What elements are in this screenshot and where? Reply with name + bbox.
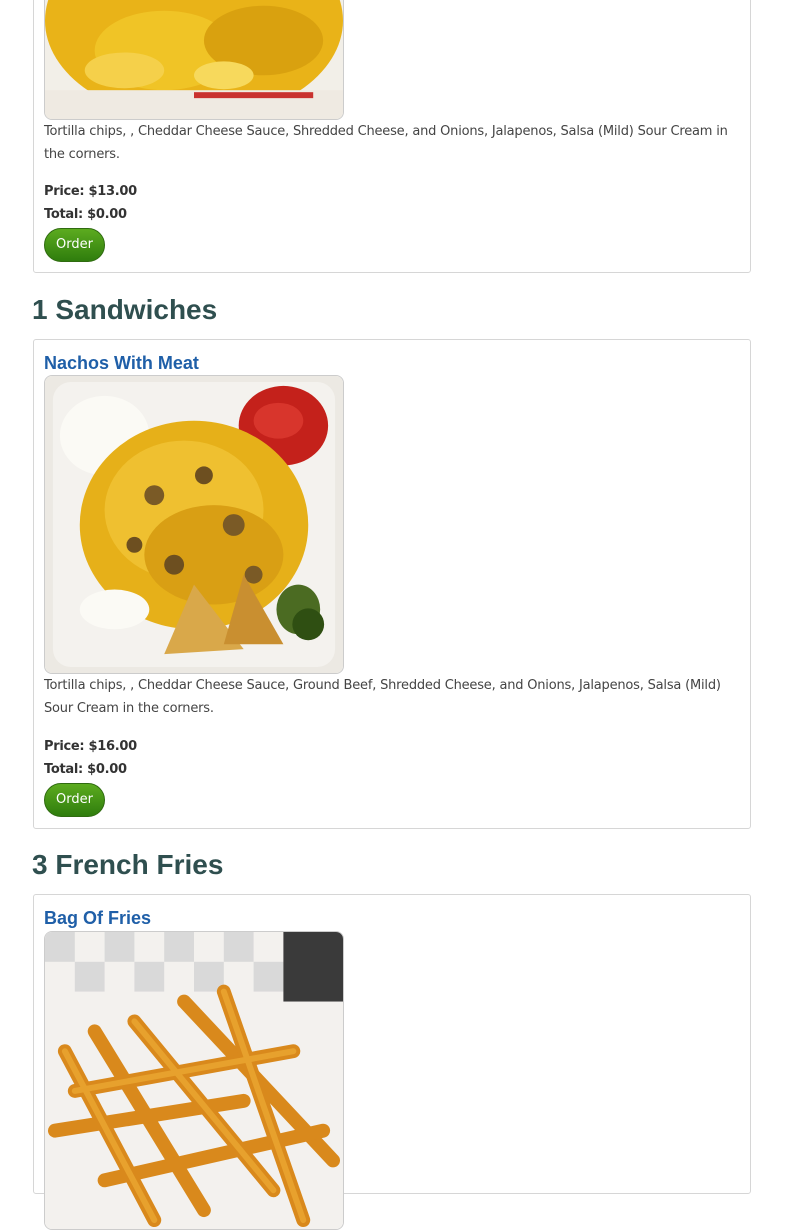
section-heading-french-fries: 3 French Fries (32, 849, 224, 880)
item-title[interactable]: Nachos With Meat (44, 353, 199, 374)
nachos-cheese-photo (44, 0, 344, 120)
item-title[interactable]: Bag Of Fries (44, 908, 151, 929)
item-price: Price: $16.00 (44, 739, 137, 754)
item-total: Total: $0.00 (44, 207, 127, 222)
menu-item-card: Bag Of Fries (33, 894, 751, 1230)
section-heading-sandwiches: 1 Sandwiches (32, 294, 218, 325)
item-description: Tortilla chips, , Cheddar Cheese Sauce, … (44, 124, 728, 162)
item-description: Tortilla chips, , Cheddar Cheese Sauce, … (44, 678, 721, 716)
item-price: Price: $13.00 (44, 184, 137, 199)
menu-item-card: Nachos With Meat Tortilla chips, , Chedd… (33, 339, 751, 829)
nachos-meat-photo (44, 375, 344, 674)
item-total: Total: $0.00 (44, 762, 127, 777)
order-button[interactable]: Order (44, 228, 105, 262)
fries-photo (44, 931, 344, 1230)
order-button[interactable]: Order (44, 783, 105, 817)
menu-item-card: Tortilla chips, , Cheddar Cheese Sauce, … (33, 0, 751, 273)
